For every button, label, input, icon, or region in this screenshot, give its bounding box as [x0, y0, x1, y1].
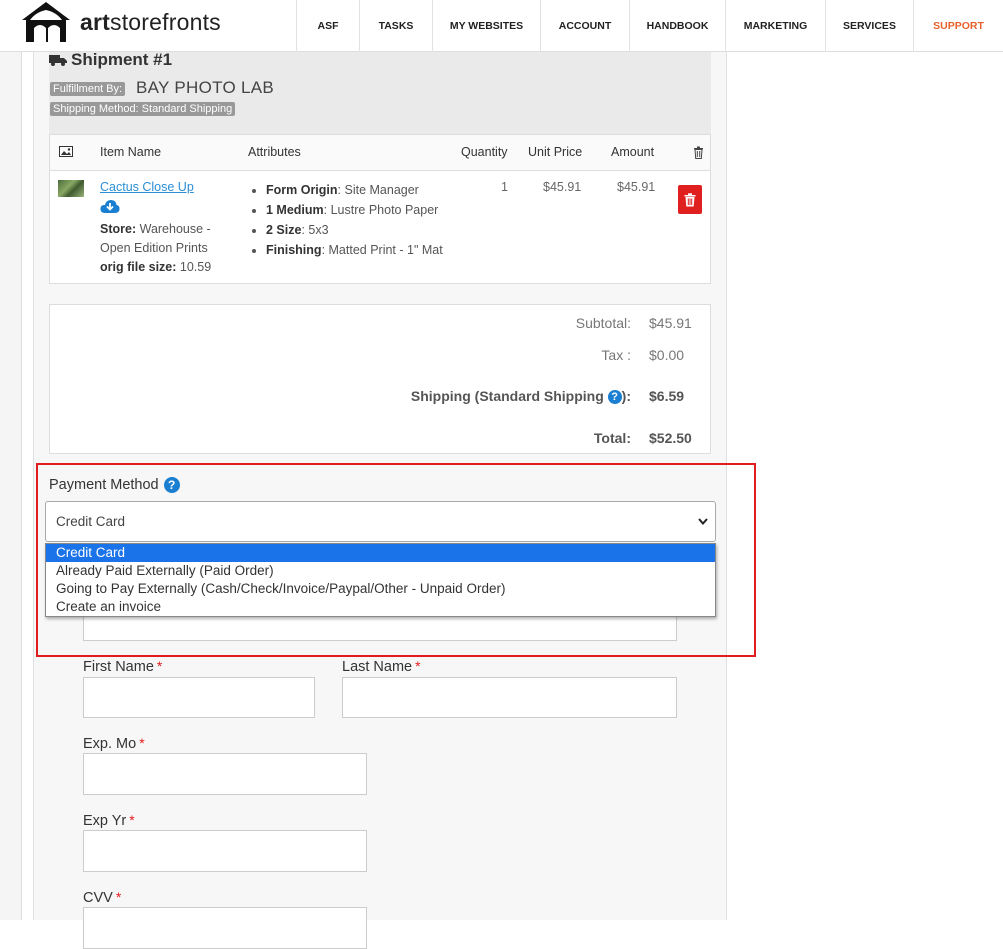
item-unit-price: $45.91 — [543, 180, 582, 194]
payment-option-paid-externally[interactable]: Already Paid Externally (Paid Order) — [46, 562, 715, 580]
delete-item-button[interactable] — [678, 185, 702, 214]
chevron-down-icon — [698, 518, 708, 526]
exp-yr-label: Exp Yr * — [83, 812, 135, 829]
nav-asf[interactable]: ASF — [296, 0, 359, 52]
top-navigation-bar: artstorefronts ASF TASKS MY WEBSITES ACC… — [0, 0, 1003, 52]
truck-icon — [49, 55, 67, 66]
left-gutter — [0, 52, 22, 920]
total-label: Total: — [593, 430, 631, 446]
shipping-label: Shipping (Standard Shipping ?): — [410, 388, 631, 404]
brand-name: artstorefronts — [80, 8, 221, 35]
attribute-item: 2 Size: 5x3 — [266, 220, 443, 240]
item-amount: $45.91 — [617, 180, 656, 194]
payment-method-label: Payment Method ? — [49, 477, 180, 493]
subtotal-label: Subtotal: — [575, 315, 631, 331]
brand-logo[interactable]: artstorefronts — [20, 0, 221, 44]
nav-services[interactable]: SERVICES — [825, 0, 913, 52]
item-quantity: 1 — [501, 180, 508, 194]
payment-option-pay-externally[interactable]: Going to Pay Externally (Cash/Check/Invo… — [46, 580, 715, 598]
image-icon — [59, 146, 73, 157]
column-quantity: Quantity — [461, 145, 508, 159]
item-attributes: Form Origin: Site Manager 1 Medium: Lust… — [250, 180, 443, 260]
attribute-item: Form Origin: Site Manager — [266, 180, 443, 200]
main-nav: ASF TASKS MY WEBSITES ACCOUNT HANDBOOK M… — [296, 0, 1003, 52]
cvv-input[interactable] — [83, 907, 367, 949]
last-name-label: Last Name * — [342, 658, 421, 675]
exp-mo-input[interactable] — [83, 753, 367, 795]
attribute-item: Finishing: Matted Print - 1" Mat — [266, 240, 443, 260]
item-name-link[interactable]: Cactus Close Up — [100, 180, 194, 194]
item-meta: Store: Warehouse - Open Edition Prints o… — [100, 222, 212, 274]
column-unit-price: Unit Price — [528, 145, 583, 159]
trash-header-icon — [694, 146, 703, 159]
shipping-help-icon[interactable]: ? — [607, 390, 622, 404]
nav-account[interactable]: ACCOUNT — [540, 0, 629, 52]
last-name-input[interactable] — [342, 677, 677, 718]
shipping-method-badge: Shipping Method: Standard Shipping — [50, 102, 236, 116]
items-table-header: Item Name Attributes Quantity Unit Price… — [50, 135, 710, 171]
shipping-value: $6.59 — [649, 388, 685, 404]
column-attributes: Attributes — [248, 145, 301, 159]
tax-label: Tax : — [601, 347, 631, 363]
fulfillment-badge: Fulfillment By: — [50, 82, 126, 96]
subtotal-value: $45.91 — [649, 315, 692, 331]
payment-option-credit-card[interactable]: Credit Card — [46, 544, 715, 562]
items-table: Item Name Attributes Quantity Unit Price… — [49, 134, 711, 284]
first-name-label: First Name * — [83, 658, 163, 675]
payment-option-invoice[interactable]: Create an invoice — [46, 598, 715, 616]
tax-value: $0.00 — [649, 347, 685, 363]
nav-handbook[interactable]: HANDBOOK — [629, 0, 725, 52]
exp-yr-input[interactable] — [83, 830, 367, 872]
total-value: $52.50 — [649, 430, 692, 446]
exp-mo-label: Exp. Mo * — [83, 735, 145, 752]
nav-marketing[interactable]: MARKETING — [725, 0, 825, 52]
trash-icon — [684, 192, 696, 206]
nav-my-websites[interactable]: MY WEBSITES — [432, 0, 540, 52]
payment-help-icon[interactable]: ? — [163, 477, 180, 493]
storefront-logo-icon — [22, 2, 70, 42]
column-item-name: Item Name — [100, 145, 162, 159]
payment-method-select[interactable]: Credit Card — [45, 501, 716, 542]
cvv-label: CVV * — [83, 889, 122, 906]
shipment-title: Shipment #1 — [49, 50, 172, 70]
fulfillment-lab-name: BAY PHOTO LAB — [136, 78, 275, 97]
column-amount: Amount — [611, 145, 655, 159]
attribute-item: 1 Medium: Lustre Photo Paper — [266, 200, 443, 220]
cloud-download-icon[interactable] — [100, 199, 120, 214]
nav-support[interactable]: SUPPORT — [913, 0, 1003, 52]
first-name-input[interactable] — [83, 677, 315, 718]
nav-tasks[interactable]: TASKS — [359, 0, 432, 52]
payment-method-dropdown: Credit Card Already Paid Externally (Pai… — [45, 543, 716, 617]
item-thumbnail[interactable] — [58, 180, 84, 197]
order-totals: Subtotal: $45.91 Tax : $0.00 Shipping (S… — [49, 304, 711, 454]
